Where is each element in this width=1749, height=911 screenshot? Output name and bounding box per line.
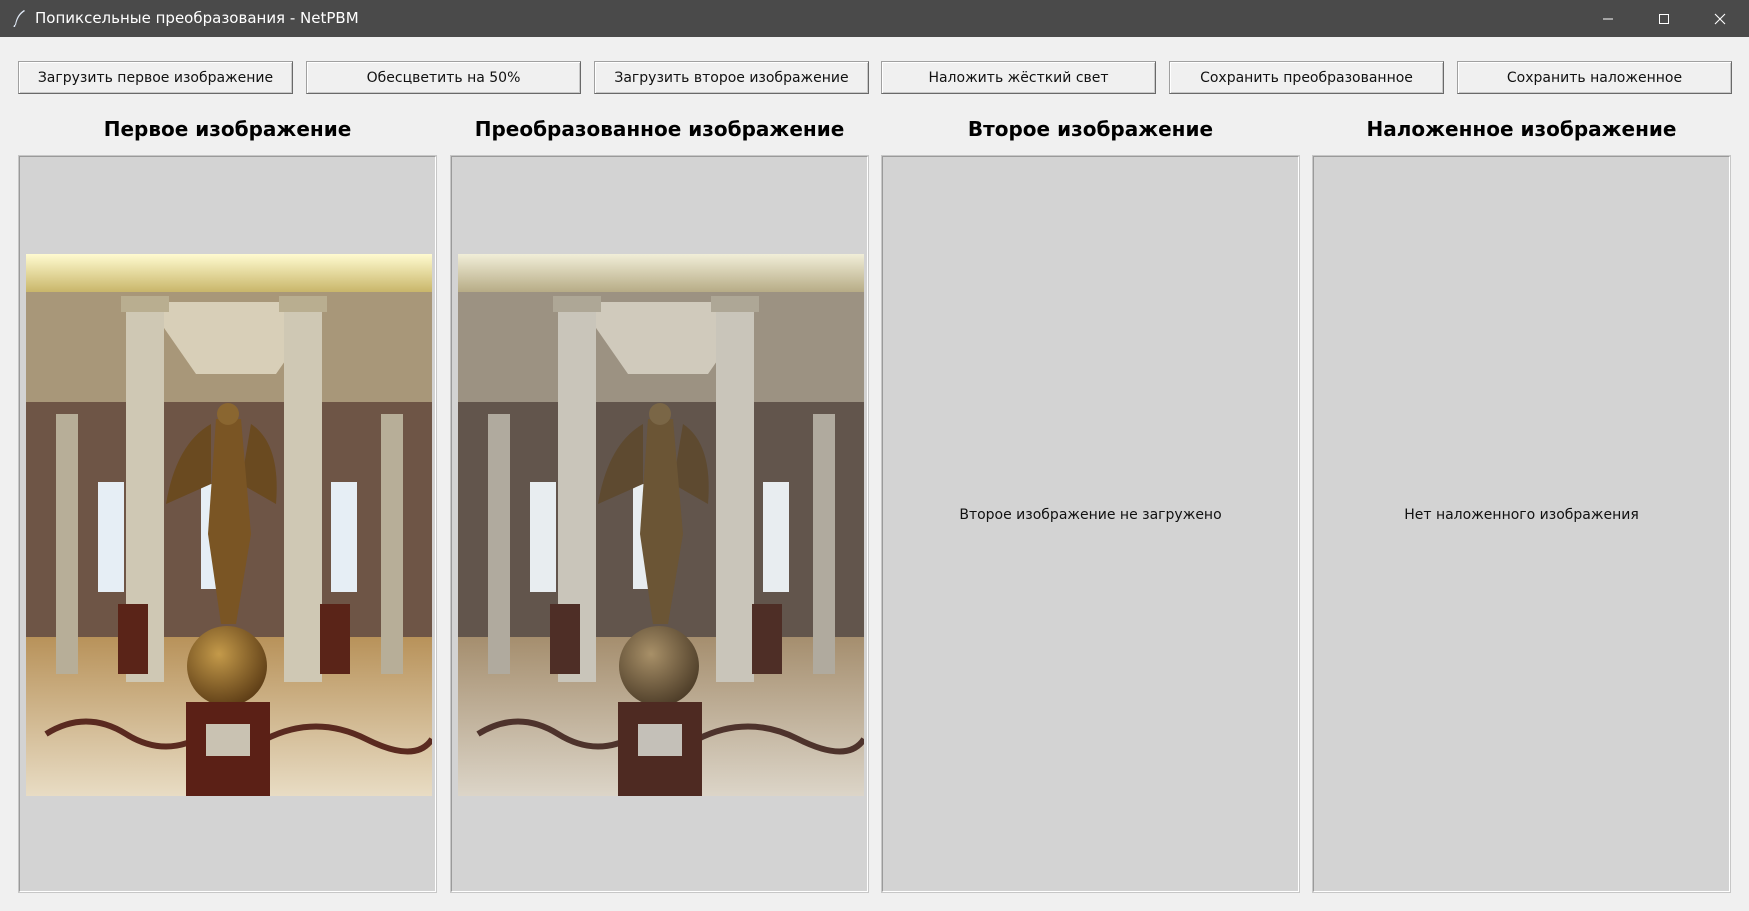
save-overlay-button[interactable]: Сохранить наложенное (1457, 61, 1732, 94)
save-transformed-button[interactable]: Сохранить преобразованное (1169, 61, 1444, 94)
overlay-image-empty-message: Нет наложенного изображения (1404, 507, 1639, 523)
feather-icon (13, 9, 27, 28)
second-image-empty-message: Второе изображение не загружено (959, 507, 1222, 523)
overlay-image-title: Наложенное изображение (1366, 117, 1677, 141)
close-button[interactable] (1692, 0, 1748, 37)
desaturate-button[interactable]: Обесцветить на 50% (306, 61, 581, 94)
window-title: Попиксельные преобразования - NetPBM (35, 9, 359, 27)
close-icon (1714, 13, 1726, 25)
transformed-image-panel (450, 155, 869, 893)
load-second-image-button[interactable]: Загрузить второе изображение (594, 61, 869, 94)
toolbar: Загрузить первое изображение Обесцветить… (0, 61, 1749, 95)
maximize-icon (1658, 13, 1670, 25)
second-image-title: Второе изображение (967, 117, 1214, 141)
first-image-photo (26, 254, 432, 796)
maximize-button[interactable] (1636, 0, 1692, 37)
first-image-title: Первое изображение (103, 117, 352, 141)
hard-light-button[interactable]: Наложить жёсткий свет (881, 61, 1156, 94)
overlay-image-panel: Нет наложенного изображения (1312, 155, 1731, 893)
minimize-button[interactable] (1580, 0, 1636, 37)
second-image-panel: Второе изображение не загружено (881, 155, 1300, 893)
title-bar[interactable]: Попиксельные преобразования - NetPBM (0, 0, 1749, 37)
first-image-panel (18, 155, 437, 893)
transformed-image-title: Преобразованное изображение (474, 117, 845, 141)
transformed-image-photo (458, 254, 864, 796)
minimize-icon (1602, 13, 1614, 25)
load-first-image-button[interactable]: Загрузить первое изображение (18, 61, 293, 94)
